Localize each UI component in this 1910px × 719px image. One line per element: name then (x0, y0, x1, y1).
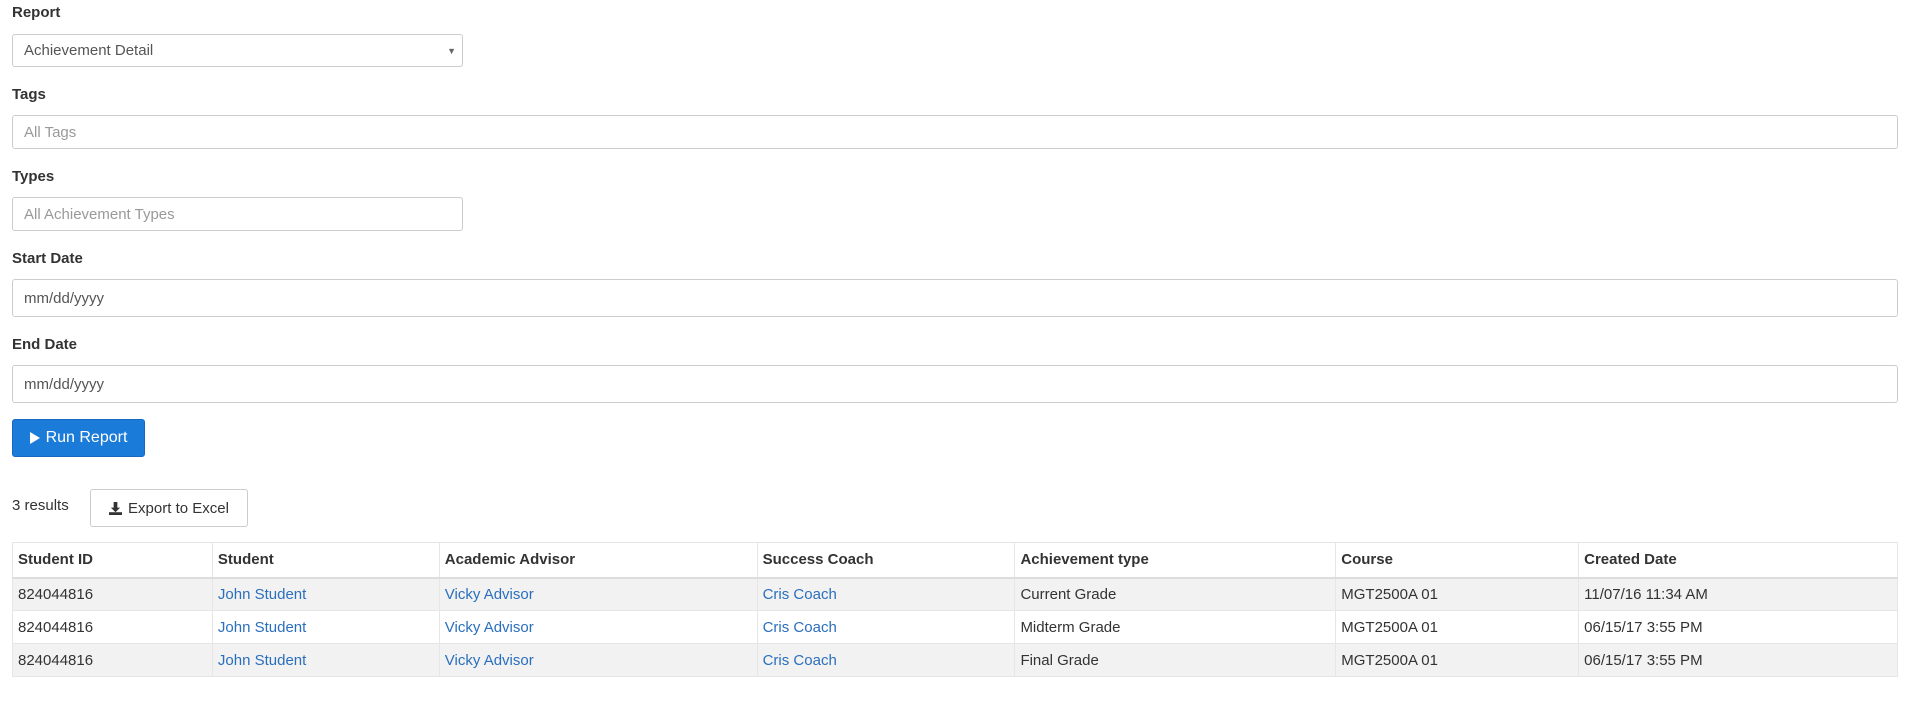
coach-link[interactable]: Cris Coach (763, 619, 837, 636)
start-date-label: Start Date (12, 250, 83, 267)
student-link[interactable]: John Student (218, 619, 306, 636)
cell-achievement-type: Final Grade (1014, 643, 1336, 677)
table-row: 824044816 John Student Vicky Advisor Cri… (12, 577, 1898, 611)
cell-student-id: 824044816 (12, 643, 213, 677)
table-header-row: Student ID Student Academic Advisor Succ… (12, 542, 1898, 578)
end-date-label: End Date (12, 336, 78, 353)
run-report-button[interactable]: Run Report (12, 419, 145, 457)
header-achievement-type[interactable]: Achievement type (1014, 542, 1336, 578)
cell-achievement-type: Midterm Grade (1014, 610, 1336, 644)
cell-student: John Student (211, 577, 440, 611)
cell-created-date: 11/07/16 11:34 AM (1578, 577, 1898, 611)
header-student-id[interactable]: Student ID (12, 542, 213, 578)
cell-advisor: Vicky Advisor (438, 643, 758, 677)
cell-coach: Cris Coach (756, 577, 1015, 611)
play-icon (29, 432, 40, 444)
cell-student-id: 824044816 (12, 610, 213, 644)
cell-course: MGT2500A 01 (1335, 577, 1579, 611)
header-created-date[interactable]: Created Date (1578, 542, 1898, 578)
cell-student-id: 824044816 (12, 577, 213, 611)
table-row: 824044816 John Student Vicky Advisor Cri… (12, 610, 1898, 644)
cell-achievement-type: Current Grade (1014, 577, 1336, 611)
tags-input[interactable]: All Tags (12, 115, 1898, 149)
download-icon (109, 501, 123, 515)
types-placeholder: All Achievement Types (24, 205, 175, 223)
types-input[interactable]: All Achievement Types (12, 197, 463, 231)
header-course[interactable]: Course (1335, 542, 1579, 578)
cell-coach: Cris Coach (756, 643, 1015, 677)
results-table: Student ID Student Academic Advisor Succ… (12, 542, 1898, 677)
chevron-down-icon: ▼ (447, 45, 456, 56)
report-select[interactable]: Achievement Detail ▼ (12, 34, 463, 67)
coach-link[interactable]: Cris Coach (763, 652, 837, 669)
start-date-placeholder: mm/dd/yyyy (24, 289, 105, 307)
student-link[interactable]: John Student (218, 586, 306, 603)
cell-student: John Student (211, 610, 440, 644)
run-report-label: Run Report (45, 429, 128, 446)
header-success-coach[interactable]: Success Coach (756, 542, 1015, 578)
start-date-input[interactable]: mm/dd/yyyy (12, 279, 1898, 317)
header-student[interactable]: Student (211, 542, 440, 578)
tags-label: Tags (12, 86, 46, 103)
header-academic-advisor[interactable]: Academic Advisor (438, 542, 758, 578)
cell-course: MGT2500A 01 (1335, 643, 1579, 677)
table-row: 824044816 John Student Vicky Advisor Cri… (12, 643, 1898, 677)
cell-course: MGT2500A 01 (1335, 610, 1579, 644)
cell-student: John Student (211, 643, 440, 677)
coach-link[interactable]: Cris Coach (763, 586, 837, 603)
export-excel-button[interactable]: Export to Excel (90, 489, 248, 527)
advisor-link[interactable]: Vicky Advisor (445, 586, 534, 603)
tags-placeholder: All Tags (24, 123, 77, 141)
advisor-link[interactable]: Vicky Advisor (445, 619, 534, 636)
cell-created-date: 06/15/17 3:55 PM (1578, 643, 1898, 677)
types-label: Types (12, 168, 55, 185)
end-date-placeholder: mm/dd/yyyy (24, 375, 105, 393)
export-excel-label: Export to Excel (128, 499, 229, 517)
advisor-link[interactable]: Vicky Advisor (445, 652, 534, 669)
results-count: 3 results (12, 497, 69, 514)
cell-advisor: Vicky Advisor (438, 577, 758, 611)
cell-created-date: 06/15/17 3:55 PM (1578, 610, 1898, 644)
student-link[interactable]: John Student (218, 652, 306, 669)
report-select-value: Achievement Detail (24, 42, 154, 59)
end-date-input[interactable]: mm/dd/yyyy (12, 365, 1898, 403)
cell-advisor: Vicky Advisor (438, 610, 758, 644)
cell-coach: Cris Coach (756, 610, 1015, 644)
report-label: Report (12, 4, 61, 21)
